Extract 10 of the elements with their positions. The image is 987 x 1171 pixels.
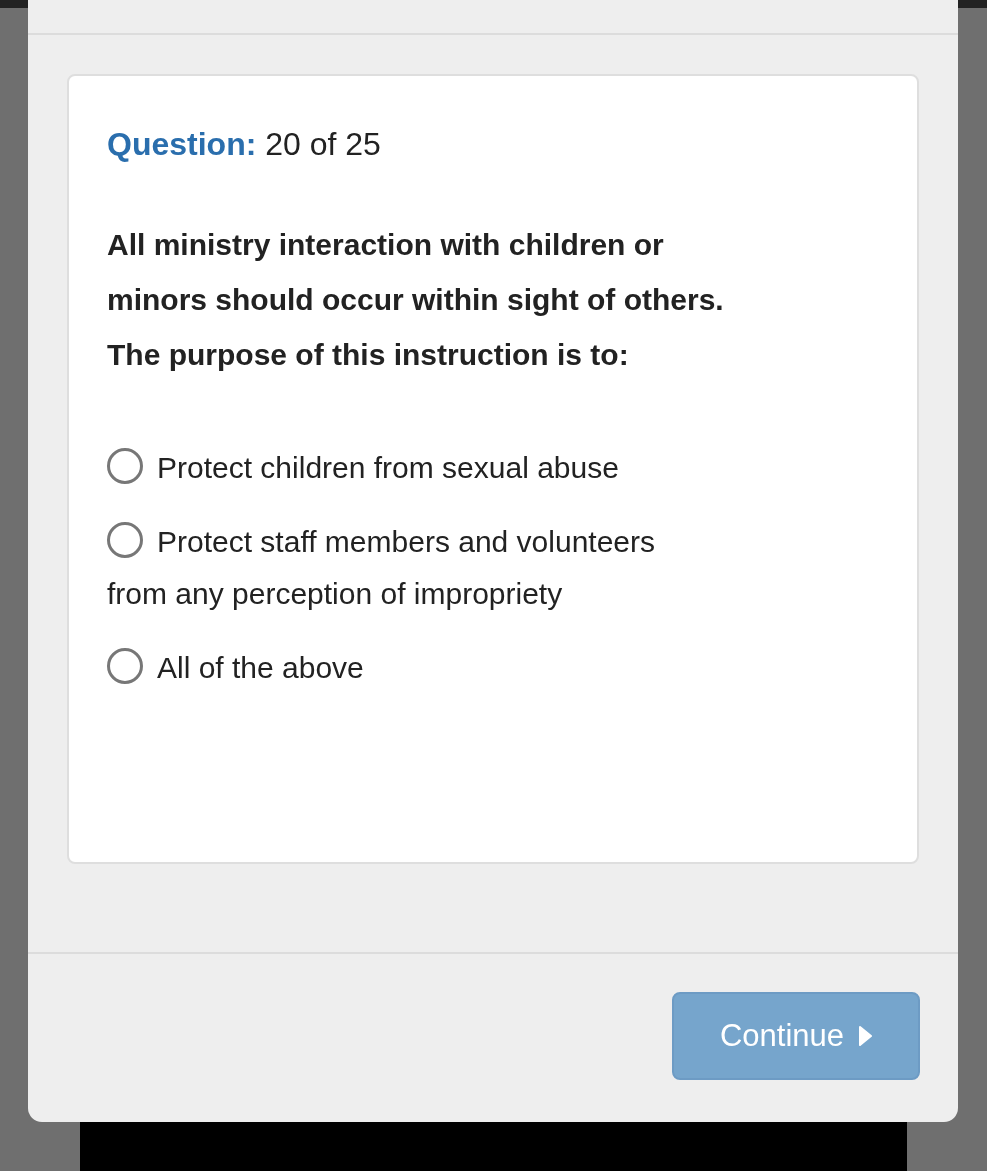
radio-button[interactable] <box>107 648 143 684</box>
answer-option[interactable]: All of the above <box>107 642 707 694</box>
question-label: Question: <box>107 126 257 162</box>
question-text: All ministry interaction with children or minors should occur within sight of others. The purpose of this instruction is to: <box>107 227 725 373</box>
radio-button[interactable] <box>107 522 143 558</box>
question-counter: 20 of 25 <box>265 126 381 162</box>
radio-button[interactable] <box>107 448 143 484</box>
answer-option[interactable]: Protect staff members and volunteers from any perception of impropriety <box>107 516 707 620</box>
caret-icon <box>858 1026 873 1046</box>
answer-option[interactable]: Protect children from sexual abuse <box>107 442 707 494</box>
